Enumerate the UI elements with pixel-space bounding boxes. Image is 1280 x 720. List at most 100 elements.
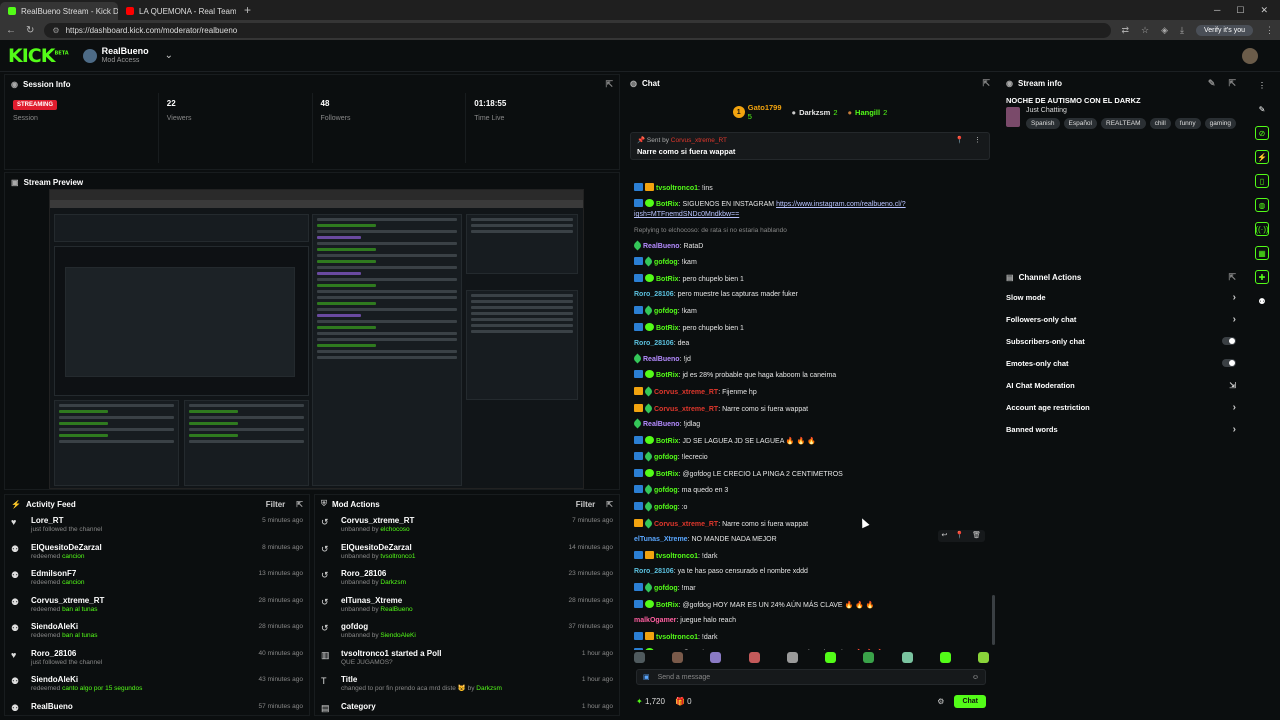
- emote[interactable]: [939, 651, 951, 663]
- toggle-switch[interactable]: [1222, 337, 1236, 345]
- feed-username[interactable]: Lore_RT: [31, 516, 262, 525]
- chat-username[interactable]: gofdog: [654, 454, 678, 461]
- feed-item[interactable]: ↺ ElQuesitoDeZarzal unbanned by tvsoltronc…: [315, 540, 619, 567]
- chat-username[interactable]: gofdog: [654, 259, 678, 266]
- emote[interactable]: [786, 651, 798, 663]
- popout-icon[interactable]: ⇱: [1228, 78, 1236, 89]
- chat-username[interactable]: BotRix: [656, 471, 679, 478]
- feed-item[interactable]: ⚉ EdmilsonF7 redeemed cancion 13 minutes ag…: [5, 566, 309, 593]
- feed-username[interactable]: Roro_28106: [31, 649, 259, 658]
- channel-action-slow-mode[interactable]: Slow mode ›: [1000, 286, 1242, 308]
- gear-icon[interactable]: ⚙: [937, 697, 944, 706]
- channel-action-subscribers-only-chat[interactable]: Subscribers-only chat: [1000, 330, 1242, 352]
- chat-message[interactable]: BotRix: @gofdog HOY MAR ES UN 24% AÚN MÁ…: [634, 597, 989, 614]
- pin-icon[interactable]: 📍: [955, 136, 964, 144]
- pen-icon[interactable]: ✎: [1255, 102, 1269, 116]
- minimize-icon[interactable]: ─: [1214, 5, 1220, 16]
- filter-button[interactable]: Filter: [576, 500, 596, 509]
- stream-tag[interactable]: Spanish: [1026, 118, 1060, 129]
- chat-message[interactable]: BotRix: pero chupelo bien 1: [634, 320, 989, 337]
- popout-icon[interactable]: ⇱: [1228, 272, 1236, 283]
- edit-icon[interactable]: ✎: [1208, 78, 1216, 89]
- phone-icon[interactable]: ▯: [1255, 174, 1269, 188]
- popout-icon[interactable]: ⇱: [605, 79, 613, 90]
- chat-username[interactable]: Corvus_xtreme_RT: [654, 406, 718, 413]
- chat-username[interactable]: Corvus_xtreme_RT: [654, 389, 718, 396]
- channel-switcher[interactable]: RealBueno Mod Access: [102, 46, 149, 66]
- feed-username[interactable]: ElQuesitoDeZarzal: [341, 543, 569, 552]
- extensions-icon[interactable]: ◈: [1161, 25, 1168, 36]
- wrench-icon[interactable]: ✚: [1255, 270, 1269, 284]
- gift-count[interactable]: 🎁 0: [675, 697, 692, 706]
- chat-username[interactable]: Roro_28106: [634, 340, 674, 347]
- pinned-message[interactable]: 📌 Sent by Corvus_xtreme_RT Narre como si…: [630, 132, 990, 160]
- lightning-icon[interactable]: ⚡: [1255, 150, 1269, 164]
- stream-tag[interactable]: chill: [1149, 118, 1171, 129]
- chat-message[interactable]: gofdog: !kam: [634, 254, 989, 271]
- reload-icon[interactable]: ↻: [26, 25, 34, 36]
- address-bar[interactable]: ⚙ https://dashboard.kick.com/moderator/r…: [44, 22, 1112, 38]
- channel-action-followers-only-chat[interactable]: Followers-only chat ›: [1000, 308, 1242, 330]
- chat-message[interactable]: Roro_28106: dea: [634, 336, 989, 352]
- stream-tag[interactable]: gaming: [1204, 118, 1236, 129]
- chat-message[interactable]: RealBueno: RataD: [634, 239, 989, 255]
- channel-action-emotes-only-chat[interactable]: Emotes-only chat: [1000, 352, 1242, 374]
- chat-message[interactable]: Corvus_xtreme_RT: Fijenme hp: [634, 384, 989, 401]
- chat-message[interactable]: Corvus_xtreme_RT: Narre como si fuera wa…: [634, 516, 989, 542]
- new-tab-button[interactable]: +: [236, 3, 259, 20]
- chat-username[interactable]: tvsoltronco1: [656, 634, 698, 641]
- chat-message[interactable]: gofdog: :o: [634, 499, 989, 516]
- chat-message[interactable]: gofdog: !kam: [634, 303, 989, 320]
- feed-username[interactable]: Category: [341, 702, 582, 711]
- chat-message[interactable]: Roro_28106: pero muestre las capturas ma…: [634, 288, 989, 304]
- verify-button[interactable]: Verify it's you: [1195, 24, 1253, 36]
- chat-username[interactable]: gofdog: [654, 504, 678, 511]
- emote[interactable]: [710, 651, 722, 663]
- chat-message[interactable]: BotRix: @gofdog LE CRECIO LA PINGA 2 CEN…: [634, 466, 989, 483]
- more-icon[interactable]: ⋮: [1255, 78, 1269, 92]
- maximize-icon[interactable]: ☐: [1236, 5, 1244, 16]
- pin-icon[interactable]: 📍: [955, 531, 964, 541]
- feed-item[interactable]: ♥ Roro_28106 just followed the channel 40 m…: [5, 646, 309, 673]
- chat-message[interactable]: BotRix: jd es 28% probable que haga kabo…: [634, 368, 989, 385]
- chat-username[interactable]: tvsoltronco1: [656, 553, 698, 560]
- chat-message[interactable]: RealBueno: !jdlag: [634, 417, 989, 433]
- feed-item[interactable]: ↺ gofdog unbanned by SiendoAleKi 37 minutes…: [315, 619, 619, 646]
- channel-action-ai-chat-moderation[interactable]: AI Chat Moderation ⇲: [1000, 374, 1242, 396]
- chat-message[interactable]: elTunas_Xtreme: NO MANDE NADA MEJOR: [634, 532, 989, 548]
- channel-action-account-age-restriction[interactable]: Account age restriction ›: [1000, 396, 1242, 418]
- stream-tag[interactable]: funny: [1174, 118, 1201, 129]
- chat-username[interactable]: gofdog: [654, 308, 678, 315]
- chat-message[interactable]: Roro_28106: ya te has paso censurado el …: [634, 565, 989, 581]
- download-icon[interactable]: ⤓: [1180, 25, 1184, 36]
- chat-username[interactable]: BotRix: [656, 276, 679, 283]
- chat-message[interactable]: malkOgamer: juegue halo reach: [634, 613, 989, 629]
- menu-icon[interactable]: ⋮: [1265, 25, 1274, 36]
- chat-username[interactable]: Roro_28106: [634, 291, 674, 298]
- feed-username[interactable]: Title: [341, 675, 582, 684]
- send-chat-button[interactable]: Chat: [954, 694, 986, 708]
- chat-username[interactable]: BotRix: [656, 372, 679, 379]
- emote[interactable]: [863, 651, 875, 663]
- emote[interactable]: [634, 651, 645, 663]
- feed-username[interactable]: tvsoltronco1: [341, 649, 389, 658]
- chevron-right-icon[interactable]: ›: [1233, 292, 1236, 303]
- chat-username[interactable]: gofdog: [654, 487, 678, 494]
- chat-username[interactable]: RealBueno: [643, 421, 680, 428]
- chevron-right-icon[interactable]: ›: [1233, 424, 1236, 435]
- feed-username[interactable]: EdmilsonF7: [31, 569, 259, 578]
- popout-icon[interactable]: ⇱: [606, 500, 613, 509]
- channel-points[interactable]: ✦ 1,720: [636, 697, 665, 706]
- feed-item[interactable]: ↺ Corvus_xtreme_RT unbanned by elchocoso 7 …: [315, 513, 619, 540]
- toggle-switch[interactable]: [1222, 359, 1236, 367]
- feed-item[interactable]: ↺ elTunas_Xtreme unbanned by RealBueno 28 m…: [315, 593, 619, 620]
- popout-icon[interactable]: ⇱: [982, 78, 990, 89]
- chat-username[interactable]: RealBueno: [643, 356, 680, 363]
- chevron-right-icon[interactable]: ›: [1233, 314, 1236, 325]
- browser-tab-kick[interactable]: RealBueno Stream - Kick Dashbo ✕: [0, 2, 118, 20]
- stream-tag[interactable]: Español: [1063, 118, 1097, 129]
- feed-item[interactable]: ⚉ Corvus_xtreme_RT redeemed ban al tunas 28…: [5, 593, 309, 620]
- emote[interactable]: [977, 651, 989, 663]
- feed-username[interactable]: SiendoAleKi: [31, 622, 259, 631]
- chat-scrollbar[interactable]: [992, 595, 995, 645]
